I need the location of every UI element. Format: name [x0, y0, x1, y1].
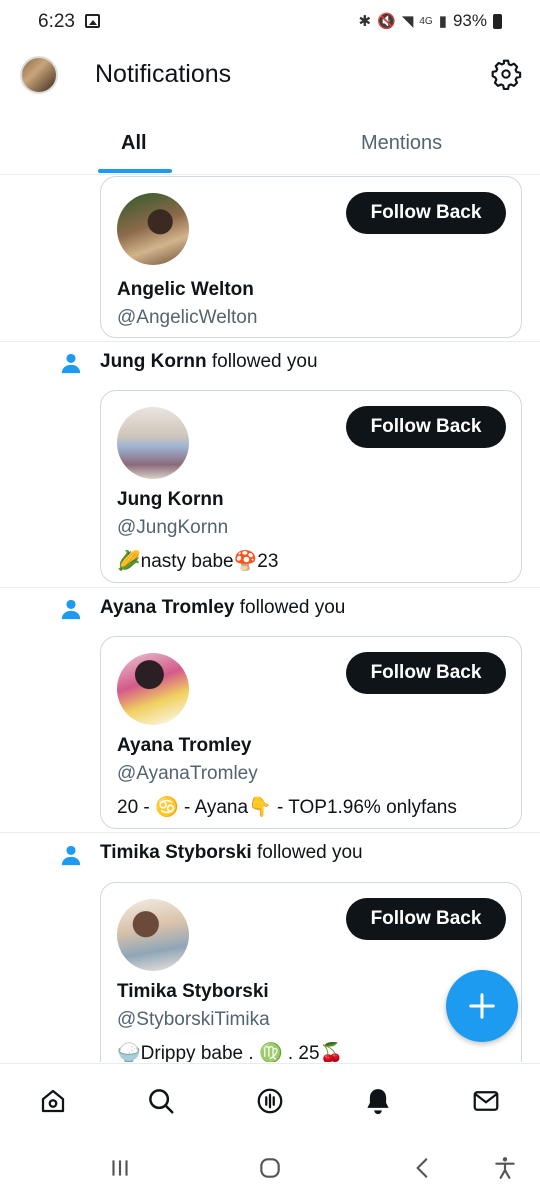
user-bio: 20 - ♋ - Ayana👇 - TOP1.96% onlyfans — [117, 797, 457, 818]
back-icon[interactable] — [410, 1155, 436, 1181]
page-title: Notifications — [95, 60, 232, 88]
user-handle: @AyanaTromley — [117, 763, 258, 784]
user-card[interactable]: Follow Back Ayana Tromley @AyanaTromley … — [100, 636, 522, 829]
plus-icon — [469, 993, 495, 1019]
bottom-nav — [0, 1063, 540, 1138]
user-name[interactable]: Timika Styborski — [117, 981, 269, 1003]
user-avatar[interactable] — [117, 899, 189, 971]
status-bar: 6:23 ✱ 🔇 ◥ 4G ▮ 93% — [0, 0, 540, 44]
follow-back-button[interactable]: Follow Back — [346, 192, 506, 234]
notification-text[interactable]: Ayana Tromley followed you — [100, 597, 345, 619]
tab-mentions[interactable]: Mentions — [361, 132, 442, 155]
user-card[interactable]: Follow Back Timika Styborski @StyborskiT… — [100, 882, 522, 1062]
messages-icon[interactable] — [471, 1086, 501, 1116]
bluetooth-icon: ✱ — [358, 13, 372, 30]
user-handle: @AngelicWelton — [117, 307, 258, 328]
tab-bar: All Mentions — [0, 112, 540, 175]
notification-text[interactable]: Timika Styborski followed you — [100, 842, 363, 864]
user-bio: 🌽nasty babe🍄23 — [117, 551, 279, 572]
actor-name[interactable]: Timika Styborski — [100, 842, 252, 863]
top-bar: Notifications — [0, 44, 540, 106]
tab-all[interactable]: All — [121, 132, 147, 155]
wifi-icon: ◥ — [401, 13, 414, 30]
actor-name[interactable]: Ayana Tromley — [100, 597, 234, 618]
status-right: ✱ 🔇 ◥ 4G ▮ 93% — [359, 11, 502, 31]
accessibility-icon[interactable] — [492, 1155, 518, 1181]
notification-text[interactable]: Jung Kornn followed you — [100, 351, 318, 373]
signal-icon: ▮ — [438, 13, 447, 30]
status-time: 6:23 — [38, 11, 75, 32]
compose-fab[interactable] — [446, 970, 518, 1042]
system-nav-bar — [0, 1137, 540, 1200]
notification-action: followed you — [239, 597, 346, 618]
recents-icon[interactable] — [107, 1155, 133, 1181]
follow-back-button[interactable]: Follow Back — [346, 898, 506, 940]
user-bio: 🍚Drippy babe . ♍ . 25🍒 — [117, 1043, 344, 1062]
search-icon[interactable] — [146, 1086, 176, 1116]
person-icon — [61, 845, 81, 866]
user-name[interactable]: Angelic Welton — [117, 279, 254, 301]
mute-icon: 🔇 — [377, 13, 396, 30]
user-card[interactable]: Follow Back Jung Kornn @JungKornn 🌽nasty… — [100, 390, 522, 583]
home-icon[interactable] — [38, 1086, 68, 1116]
divider — [0, 832, 540, 833]
person-icon — [61, 353, 81, 374]
gallery-notification-icon — [85, 14, 100, 28]
home-circle-icon[interactable] — [257, 1155, 283, 1181]
user-avatar[interactable] — [117, 193, 189, 265]
follow-back-button[interactable]: Follow Back — [346, 652, 506, 694]
notification-action: followed you — [257, 842, 363, 863]
network-label: 4G — [419, 15, 433, 27]
user-avatar[interactable] — [117, 653, 189, 725]
user-avatar[interactable] — [117, 407, 189, 479]
gear-icon[interactable] — [490, 58, 522, 90]
user-handle: @StyborskiTimika — [117, 1009, 270, 1030]
user-name[interactable]: Ayana Tromley — [117, 735, 251, 757]
notifications-feed[interactable]: Follow Back Angelic Welton @AngelicWelto… — [0, 174, 540, 1062]
actor-name[interactable]: Jung Kornn — [100, 351, 207, 372]
notification-action: followed you — [211, 351, 318, 372]
spaces-icon[interactable] — [255, 1086, 285, 1116]
notifications-icon[interactable] — [363, 1086, 393, 1116]
active-tab-indicator — [98, 169, 172, 173]
profile-avatar[interactable] — [20, 56, 58, 94]
user-handle: @JungKornn — [117, 517, 229, 538]
user-name[interactable]: Jung Kornn — [117, 489, 224, 511]
person-icon — [61, 599, 81, 620]
battery-icon — [493, 13, 502, 29]
follow-back-button[interactable]: Follow Back — [346, 406, 506, 448]
battery-percent: 93% — [452, 11, 487, 30]
user-card[interactable]: Follow Back Angelic Welton @AngelicWelto… — [100, 176, 522, 338]
divider — [0, 341, 540, 342]
divider — [0, 587, 540, 588]
